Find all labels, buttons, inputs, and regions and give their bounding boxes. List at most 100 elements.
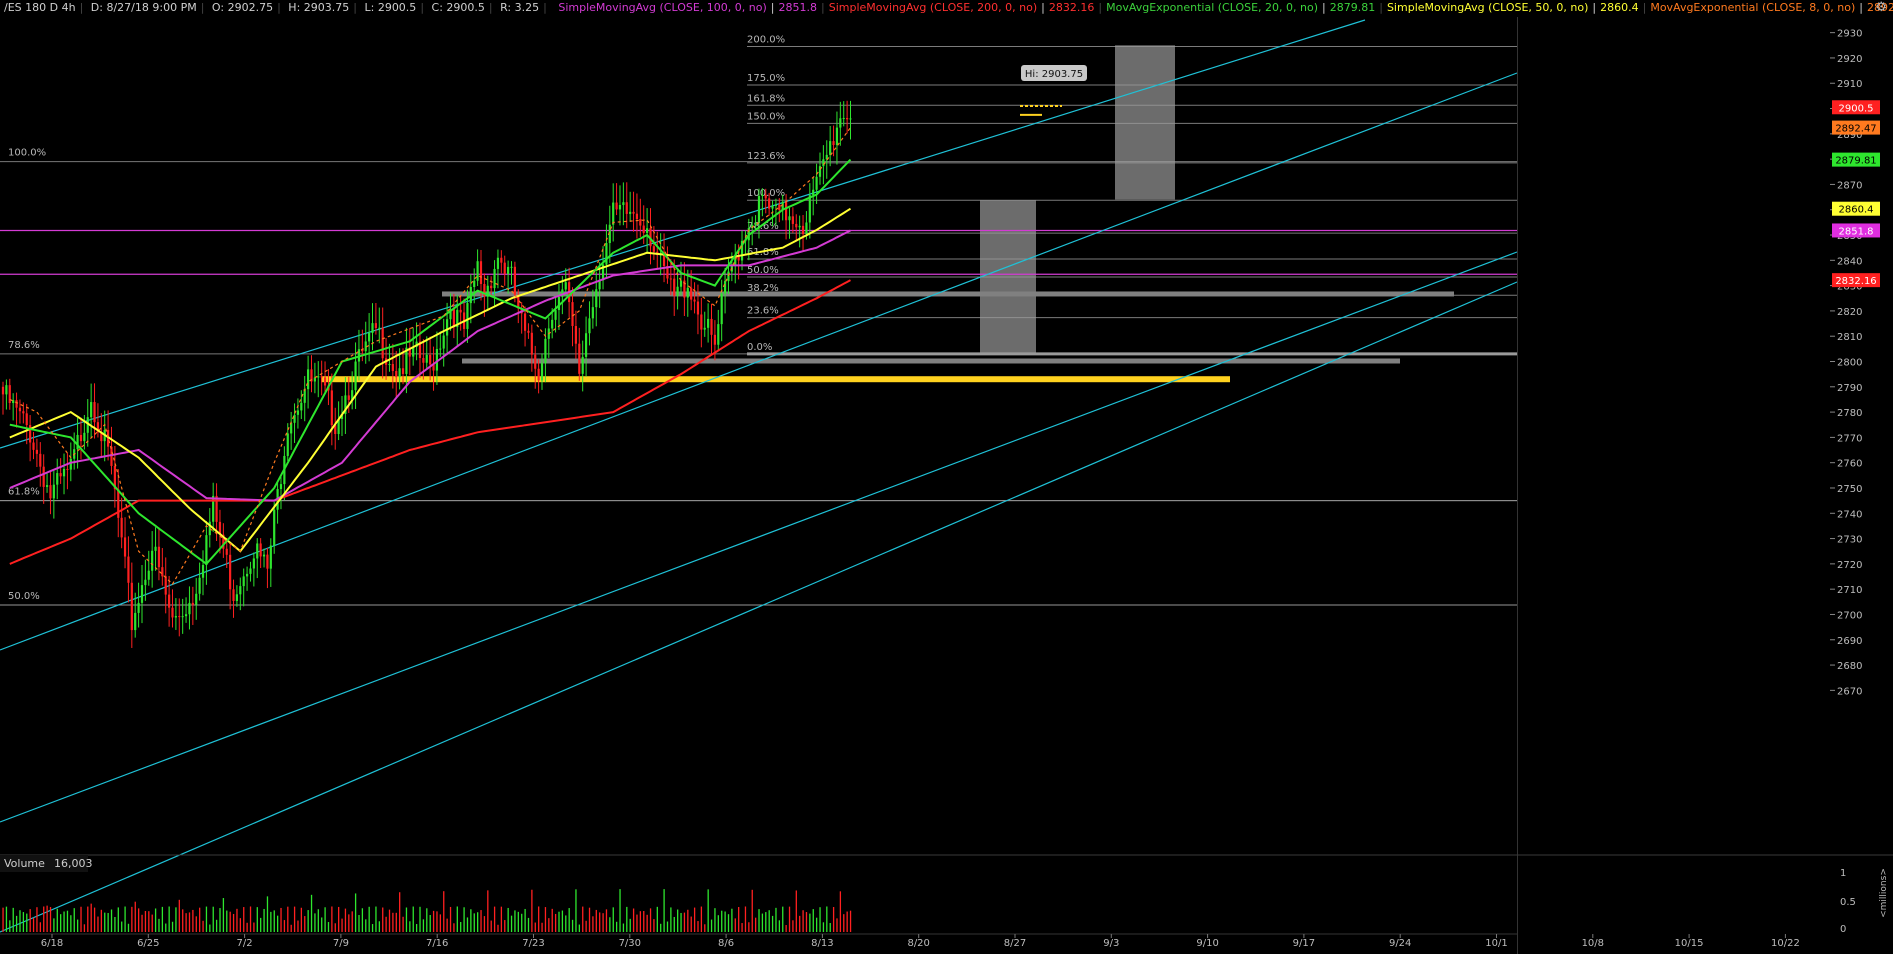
volume-bar: [361, 908, 364, 932]
candle-body: [812, 189, 815, 196]
candle-body: [32, 442, 35, 450]
price-chart[interactable]: $2924.5200.0%$2909.31175.0%$2901.29161.8…: [0, 0, 1893, 954]
candle-body: [625, 202, 628, 214]
volume-bar: [636, 914, 638, 932]
volume-bar: [5, 906, 8, 932]
volume-bar: [849, 910, 852, 932]
volume-bar: [795, 890, 797, 932]
candle-body: [15, 400, 18, 408]
candle-body: [174, 616, 177, 618]
volume-bar: [368, 906, 370, 932]
candle-body: [544, 338, 547, 364]
candle-body: [18, 407, 22, 412]
sma200-line[interactable]: [9, 279, 851, 565]
volume-bar: [419, 906, 421, 932]
volume-bar: [497, 924, 499, 932]
x-tick-label-4: 7/16: [426, 938, 448, 949]
candle-body: [493, 268, 496, 289]
x-tick-label-11: 9/3: [1103, 938, 1119, 949]
volume-bar: [575, 889, 577, 932]
volume-bar: [232, 913, 235, 932]
candle-body: [676, 286, 679, 296]
candle-body: [618, 204, 622, 210]
volume-bar: [439, 914, 442, 932]
fib-pct-label-3: 150.0%: [747, 111, 785, 122]
volume-bar: [9, 920, 11, 932]
volume-bar: [412, 906, 414, 932]
candle-body: [154, 546, 157, 551]
volume-bar: [585, 920, 587, 932]
axis-price-marker-label-1: 2892.47: [1835, 124, 1876, 135]
volume-bar: [399, 892, 401, 932]
candle-body: [286, 433, 289, 456]
volume-bar: [19, 910, 21, 932]
volume-bar: [432, 910, 435, 932]
channel-line-0[interactable]: [0, 19, 1366, 449]
volume-bar: [307, 910, 309, 932]
x-tick-label-8: 8/13: [811, 938, 833, 949]
candle-body: [300, 402, 303, 411]
candle-body: [523, 313, 527, 331]
volume-bar: [771, 915, 774, 932]
volume-bar: [344, 908, 347, 932]
target-zone-box[interactable]: [1115, 45, 1175, 200]
y-tick-label-1: 2680: [1837, 661, 1862, 672]
fib-pct-label-2: 161.8%: [747, 93, 785, 104]
volume-bar: [53, 918, 55, 932]
channel-line-2[interactable]: [0, 251, 1518, 823]
volume-bar: [717, 915, 719, 932]
candle-body: [157, 546, 161, 568]
candle-body: [503, 262, 506, 274]
volume-bar: [558, 911, 560, 932]
candle-body: [595, 289, 598, 308]
candle-body: [83, 432, 86, 442]
gray-support-bar-1[interactable]: [442, 291, 1454, 297]
candle-body: [652, 246, 655, 252]
candle-body: [801, 225, 805, 234]
candle-body: [788, 216, 791, 221]
yellow-support-zone[interactable]: [321, 376, 1230, 383]
volume-bar: [443, 891, 445, 932]
volume-bar: [321, 917, 323, 932]
candle-body: [168, 594, 171, 608]
candle-body: [768, 198, 771, 209]
volume-bar: [219, 908, 221, 932]
volume-bar: [73, 908, 75, 932]
candle-body: [507, 266, 510, 274]
volume-bar: [683, 912, 686, 932]
candle-body: [479, 261, 483, 284]
candle-body: [588, 318, 591, 334]
volume-bar: [276, 915, 279, 932]
volume-bar: [724, 911, 726, 932]
fib-pct-label-4: 123.6%: [747, 151, 785, 162]
candle-body: [39, 453, 42, 467]
candle-body: [710, 318, 713, 335]
fib-pct-label-10: 23.6%: [747, 306, 779, 317]
candle-body: [530, 332, 533, 355]
volume-bar: [744, 906, 747, 932]
candle-body: [442, 335, 445, 349]
volume-bar: [514, 910, 516, 932]
volume-bar: [87, 906, 89, 932]
y-tick-label-6: 2730: [1837, 535, 1862, 546]
candle-body: [381, 327, 384, 359]
volume-bar: [405, 907, 408, 932]
volume-bar: [205, 906, 208, 932]
candle-body: [188, 602, 191, 615]
candle-body: [225, 548, 228, 555]
volume-bar: [63, 911, 65, 932]
candle-body: [1, 386, 5, 395]
volume-bar: [588, 907, 591, 932]
candle-body: [134, 612, 137, 631]
volume-bar: [104, 912, 106, 932]
volume-bar: [802, 910, 804, 932]
volume-bar: [751, 889, 753, 932]
volume-bar: [483, 916, 486, 932]
y-tick-label-7: 2740: [1837, 509, 1862, 520]
volume-bar: [524, 908, 526, 932]
gray-support-bar-2[interactable]: [462, 358, 1400, 364]
candle-body: [703, 327, 706, 330]
volume-bar: [429, 914, 431, 932]
x-tick-label-0: 6/18: [41, 938, 63, 949]
candle-body: [66, 468, 69, 470]
